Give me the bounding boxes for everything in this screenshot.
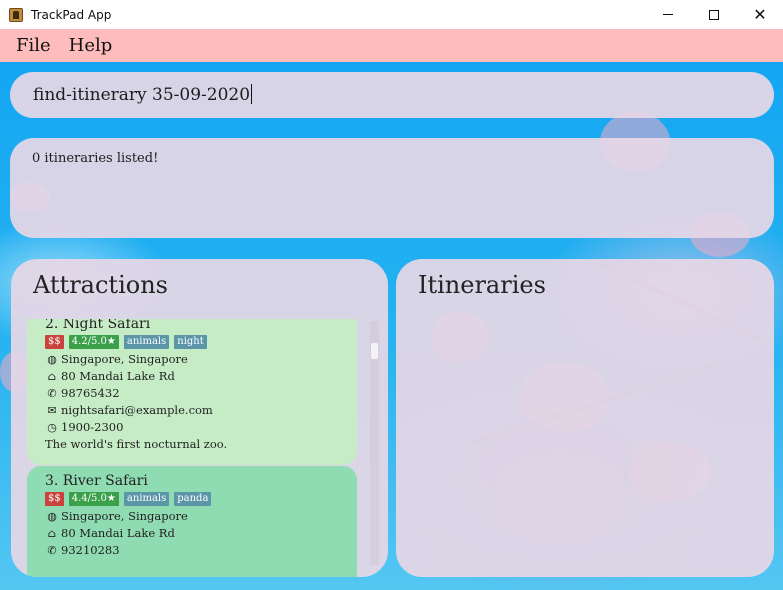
price-tag: $$ — [45, 335, 64, 349]
itineraries-panel: Itineraries — [396, 259, 774, 577]
address-text: 80 Mandai Lake Rd — [61, 526, 175, 540]
category-tag: night — [174, 335, 207, 349]
address-row: ⌂ 80 Mandai Lake Rd — [45, 368, 357, 385]
command-box[interactable]: find-itinerary 35-09-2020 — [10, 72, 774, 118]
address-row: ⌂ 80 Mandai Lake Rd — [45, 525, 357, 542]
location-row: ◍ Singapore, Singapore — [45, 508, 357, 525]
result-message: 0 itineraries listed! — [32, 151, 159, 166]
menu-bar: File Help — [0, 29, 783, 62]
command-input[interactable]: find-itinerary 35-09-2020 — [33, 84, 253, 105]
attractions-title: Attractions — [33, 271, 168, 299]
menu-file[interactable]: File — [16, 35, 51, 56]
attraction-card[interactable]: 2. Night Safari $$ 4.2/5.0★ animals nigh… — [27, 319, 357, 465]
attractions-list[interactable]: 2. Night Safari $$ 4.2/5.0★ animals nigh… — [27, 319, 372, 577]
scrollbar-thumb[interactable] — [371, 343, 378, 359]
home-icon: ⌂ — [47, 527, 57, 540]
itineraries-title: Itineraries — [418, 271, 546, 299]
result-display: 0 itineraries listed! — [10, 138, 774, 238]
attraction-name: 3. River Safari — [45, 473, 148, 489]
close-icon: ✕ — [753, 4, 767, 24]
phone-row: ✆ 98765432 — [45, 385, 357, 402]
attractions-panel: Attractions 2. Night Safari $$ 4.2/5.0★ … — [11, 259, 388, 577]
minimize-button[interactable] — [645, 0, 691, 29]
phone-row: ✆ 93210283 — [45, 542, 357, 559]
email-text: nightsafari@example.com — [61, 403, 213, 417]
rating-tag: 4.4/5.0★ — [68, 492, 119, 506]
globe-icon: ◍ — [47, 353, 57, 366]
clock-icon: ◷ — [47, 421, 57, 434]
rating-tag: 4.2/5.0★ — [68, 335, 119, 349]
phone-text: 93210283 — [61, 543, 120, 557]
phone-icon: ✆ — [47, 387, 57, 400]
attraction-card[interactable]: 3. River Safari $$ 4.4/5.0★ animals pand… — [27, 466, 357, 577]
tag-row: $$ 4.2/5.0★ animals night — [45, 335, 357, 349]
envelope-icon: ✉ — [47, 404, 57, 417]
location-row: ◍ Singapore, Singapore — [45, 351, 357, 368]
command-input-value: find-itinerary 35-09-2020 — [33, 85, 251, 105]
window-controls: ✕ — [645, 0, 783, 29]
category-tag: animals — [123, 335, 170, 349]
category-tag: panda — [174, 492, 212, 506]
maximize-icon — [709, 9, 719, 20]
close-button[interactable]: ✕ — [737, 0, 783, 29]
menu-help[interactable]: Help — [69, 35, 113, 56]
address-text: 80 Mandai Lake Rd — [61, 369, 175, 383]
location-text: Singapore, Singapore — [61, 509, 188, 523]
hours-row: ◷ 1900-2300 — [45, 419, 357, 436]
email-row: ✉ nightsafari@example.com — [45, 402, 357, 419]
category-tag: animals — [123, 492, 170, 506]
attraction-description: The world's first nocturnal zoo. — [45, 437, 228, 451]
home-icon: ⌂ — [47, 370, 57, 383]
hours-text: 1900-2300 — [61, 420, 124, 434]
attractions-scrollbar[interactable] — [370, 321, 379, 565]
phone-text: 98765432 — [61, 386, 120, 400]
text-caret — [251, 84, 253, 104]
minimize-icon — [663, 14, 673, 15]
window-title: TrackPad App — [31, 7, 112, 22]
attraction-name: 2. Night Safari — [45, 319, 151, 332]
location-text: Singapore, Singapore — [61, 352, 188, 366]
tag-row: $$ 4.4/5.0★ animals panda — [45, 492, 357, 506]
title-bar: TrackPad App ✕ — [0, 0, 783, 29]
price-tag: $$ — [45, 492, 64, 506]
app-icon — [9, 7, 23, 22]
globe-icon: ◍ — [47, 510, 57, 523]
phone-icon: ✆ — [47, 544, 57, 557]
maximize-button[interactable] — [691, 0, 737, 29]
